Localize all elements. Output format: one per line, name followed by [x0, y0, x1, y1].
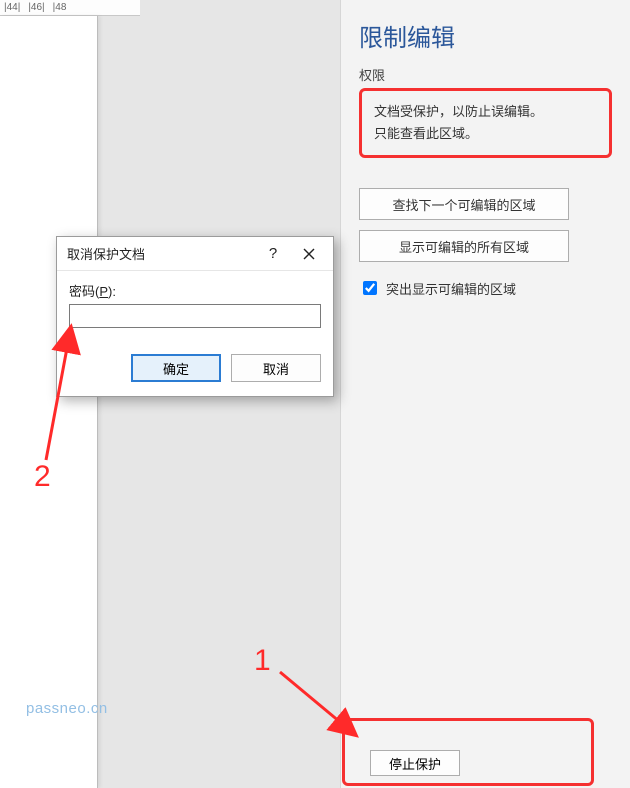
close-icon[interactable] — [291, 240, 327, 268]
help-icon[interactable]: ? — [255, 240, 291, 268]
dialog-button-row: 确定 取消 — [69, 354, 321, 382]
pane-title: 限制编辑 — [359, 18, 612, 53]
ok-button[interactable]: 确定 — [131, 354, 221, 382]
ruler-mark: |44| — [4, 2, 20, 13]
password-label: 密码(P): — [69, 281, 321, 300]
password-input[interactable] — [69, 304, 321, 328]
ruler: |44| |46| |48 — [0, 0, 140, 16]
annotation-number-1: 1 — [254, 644, 271, 678]
cancel-button[interactable]: 取消 — [231, 354, 321, 382]
dialog-titlebar[interactable]: 取消保护文档 ? — [57, 237, 333, 271]
ruler-mark: |46| — [28, 2, 44, 13]
pane-subheading: 权限 — [359, 65, 612, 84]
highlight-editable-label: 突出显示可编辑的区域 — [386, 279, 516, 298]
dialog-body: 密码(P): 确定 取消 — [57, 271, 333, 396]
highlight-editable-checkbox-row[interactable]: 突出显示可编辑的区域 — [359, 278, 612, 298]
find-next-editable-button[interactable]: 查找下一个可编辑的区域 — [359, 188, 569, 220]
highlight-editable-checkbox[interactable] — [363, 281, 377, 295]
document-page[interactable] — [0, 16, 98, 788]
stop-protection-button[interactable]: 停止保护 — [370, 750, 460, 776]
restrict-editing-pane: 限制编辑 权限 文档受保护，以防止误编辑。 只能查看此区域。 查找下一个可编辑的… — [340, 0, 630, 788]
watermark: passneo.cn — [26, 700, 108, 717]
info-line: 只能查看此区域。 — [374, 123, 597, 145]
ruler-mark: |48 — [53, 2, 67, 13]
dialog-title: 取消保护文档 — [67, 244, 255, 263]
protection-info-box: 文档受保护，以防止误编辑。 只能查看此区域。 — [359, 88, 612, 158]
unprotect-dialog: 取消保护文档 ? 密码(P): 确定 取消 — [56, 236, 334, 397]
info-line: 文档受保护，以防止误编辑。 — [374, 101, 597, 123]
show-all-editable-button[interactable]: 显示可编辑的所有区域 — [359, 230, 569, 262]
annotation-number-2: 2 — [34, 460, 51, 494]
